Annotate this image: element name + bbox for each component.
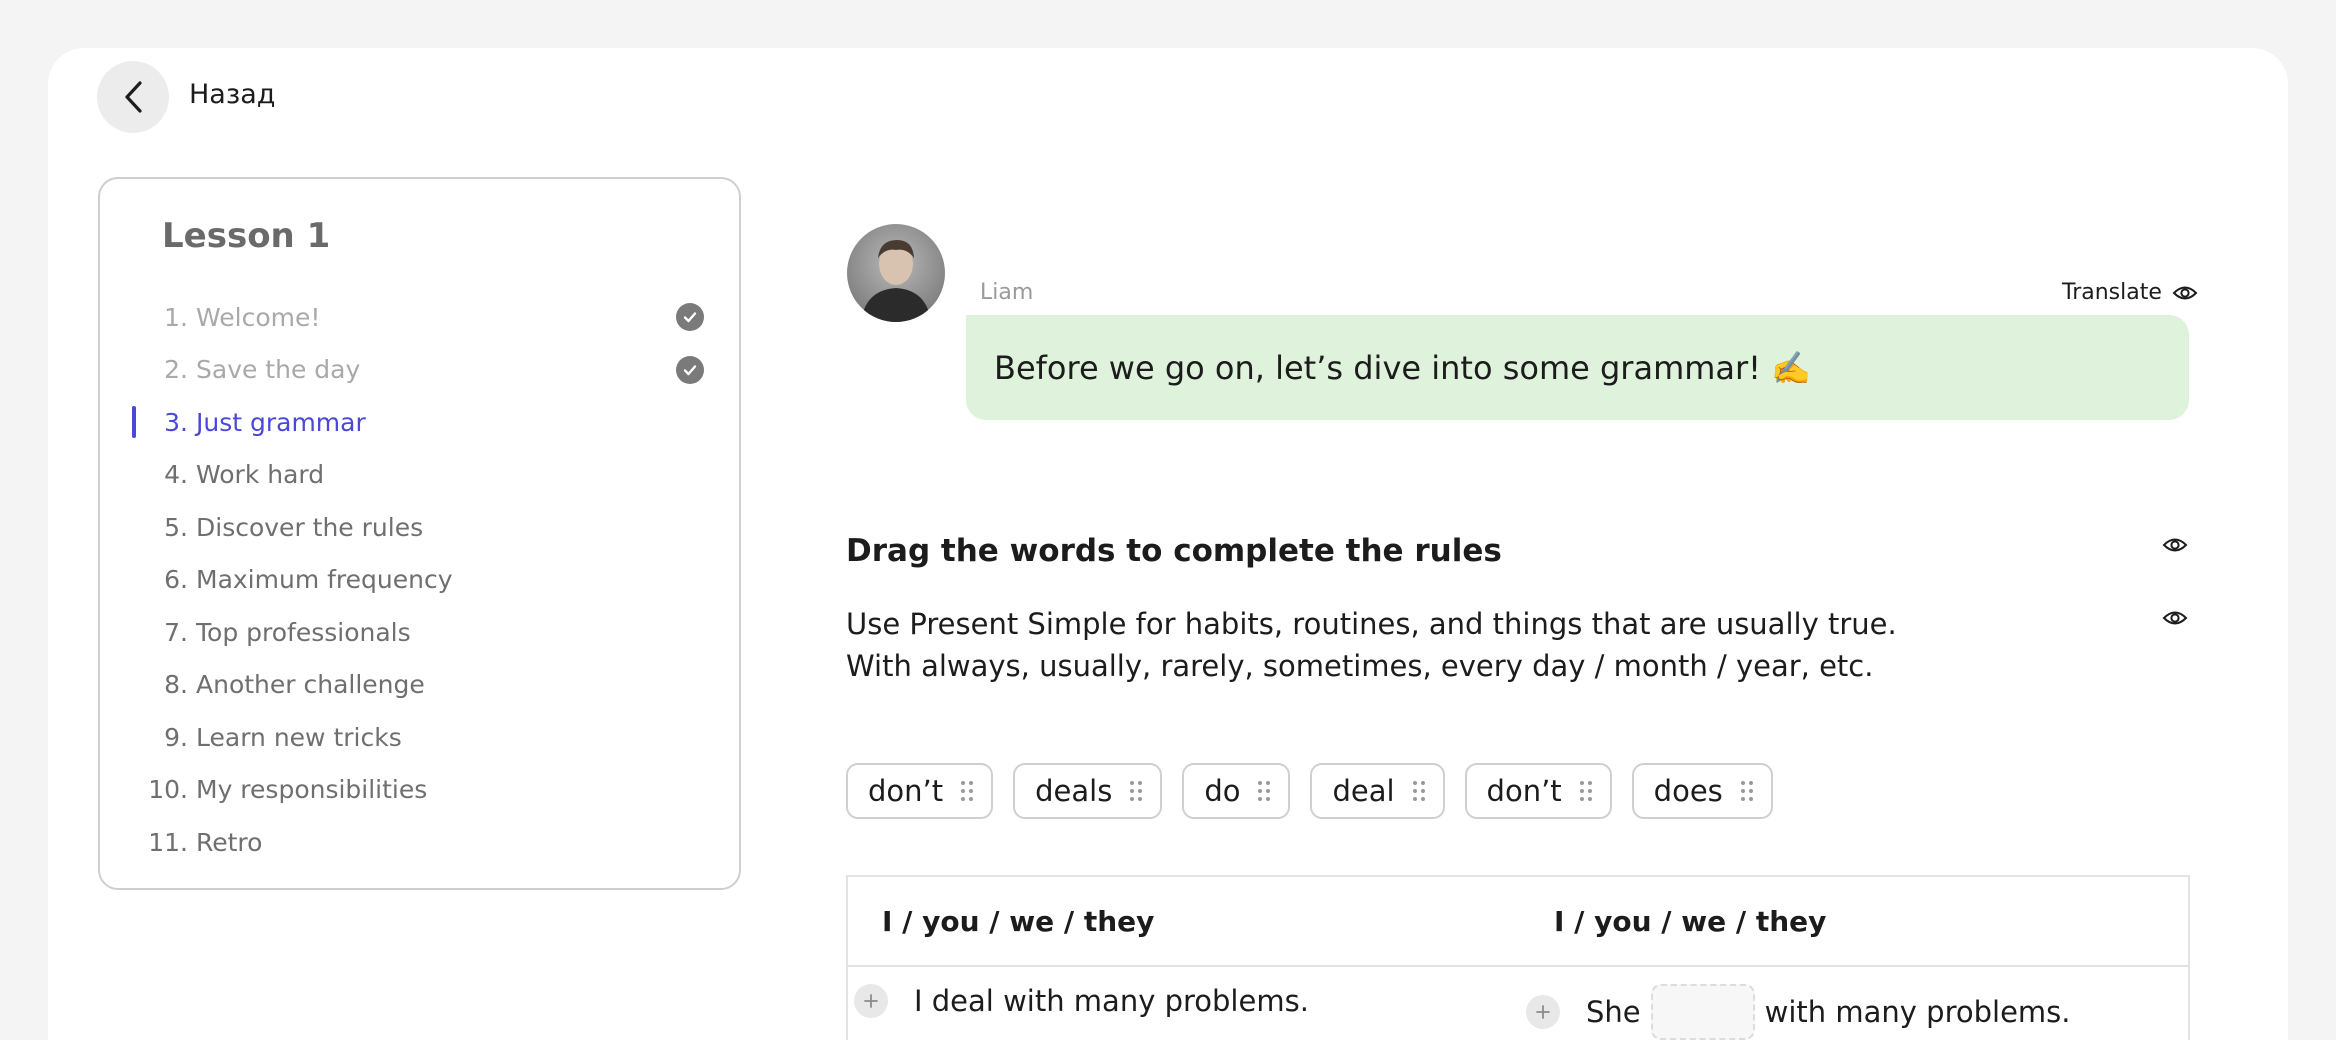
drag-handle-icon[interactable] <box>1258 781 1271 801</box>
person-portrait-icon <box>861 240 931 322</box>
lesson-item-number: 4. <box>164 460 188 490</box>
word-chip-label: deal <box>1332 774 1395 808</box>
lesson-item-number: 8. <box>164 670 188 700</box>
translate-label: Translate <box>2062 280 2162 305</box>
lesson-item-work-hard[interactable]: 4. Work hard <box>100 449 739 502</box>
eye-icon <box>2162 538 2188 552</box>
table-cell: I deal with many problems. <box>854 984 1309 1018</box>
word-chip-label: deals <box>1035 774 1113 808</box>
lesson-item-another-challenge[interactable]: 8. Another challenge <box>100 659 739 712</box>
lesson-item-label: Discover the rules <box>196 512 424 542</box>
lesson-item-number: 2. <box>164 355 188 385</box>
lesson-item-welcome[interactable]: 1. Welcome! <box>100 291 739 344</box>
lesson-item-label: Top professionals <box>196 617 411 647</box>
drag-handle-icon[interactable] <box>1740 781 1753 801</box>
lesson-item-label: Retro <box>196 827 263 857</box>
lesson-item-label: Just grammar <box>196 407 366 437</box>
lesson-item-learn-new-tricks[interactable]: 9. Learn new tricks <box>100 711 739 764</box>
rule-line-1: Use Present Simple for habits, routines,… <box>846 607 1897 641</box>
lesson-item-number: 1. <box>164 302 188 332</box>
add-icon[interactable] <box>1526 995 1560 1029</box>
column-header: I / you / we / they <box>1554 905 1827 938</box>
word-chip-label: don’t <box>1486 774 1562 808</box>
lesson-item-label: Another challenge <box>196 670 425 700</box>
lesson-item-label: Work hard <box>196 460 325 490</box>
lesson-item-number: 11. <box>148 827 188 857</box>
lesson-item-save-the-day[interactable]: 2. Save the day <box>100 344 739 397</box>
lesson-item-my-responsibilities[interactable]: 10. My responsibilities <box>100 764 739 817</box>
add-icon[interactable] <box>854 984 888 1018</box>
word-chip[interactable]: deal <box>1310 763 1445 819</box>
lesson-item-label: Maximum frequency <box>196 565 453 595</box>
back-label[interactable]: Назад <box>189 79 275 110</box>
message-bubble: Before we go on, let’s dive into some gr… <box>966 315 2189 420</box>
lesson-item-label: Learn new tricks <box>196 722 402 752</box>
word-chips: don’t deals do deal don’t does <box>846 763 1793 819</box>
show-rule-translation-button[interactable] <box>2162 608 2190 630</box>
column-header: I / you / we / they <box>882 905 1155 938</box>
word-chip-label: does <box>1653 774 1723 808</box>
lesson-item-number: 9. <box>164 722 188 752</box>
word-chip-label: do <box>1204 774 1241 808</box>
drag-handle-icon[interactable] <box>1579 781 1592 801</box>
lesson-item-maximum-frequency[interactable]: 6. Maximum frequency <box>100 554 739 607</box>
lesson-item-top-professionals[interactable]: 7. Top professionals <box>100 606 739 659</box>
back-button[interactable] <box>97 61 169 133</box>
lesson-item-number: 10. <box>148 775 188 805</box>
word-chip-label: don’t <box>868 774 944 808</box>
sender-name: Liam <box>980 280 1034 305</box>
task-title: Drag the words to complete the rules <box>846 533 1502 569</box>
rule-line-2: With always, usually, rarely, sometimes,… <box>846 649 1874 683</box>
drag-handle-icon[interactable] <box>961 781 974 801</box>
check-circle-icon <box>676 355 704 384</box>
drag-handle-icon[interactable] <box>1130 781 1143 801</box>
show-title-translation-button[interactable] <box>2162 535 2190 557</box>
chevron-left-icon <box>125 81 142 113</box>
eye-icon <box>2162 611 2188 625</box>
lesson-item-label: Save the day <box>196 355 361 385</box>
lesson-item-number: 7. <box>164 617 188 647</box>
word-chip[interactable]: deals <box>1013 763 1163 819</box>
word-chip[interactable]: do <box>1182 763 1291 819</box>
drop-slot[interactable] <box>1650 984 1755 1040</box>
lesson-item-just-grammar[interactable]: 3. Just grammar <box>100 396 739 449</box>
example-sentence: I deal with many problems. <box>914 984 1309 1018</box>
check-circle-icon <box>676 303 704 332</box>
lesson-item-number: 3. <box>164 407 188 437</box>
table-cell: She with many problems. <box>1526 984 2071 1040</box>
eye-icon <box>2172 286 2198 299</box>
lesson-panel: Lesson 1 1. Welcome! 2. Save the day 3. … <box>98 177 741 890</box>
table-header: I / you / we / they I / you / we / they <box>848 877 2188 967</box>
lesson-item-number: 6. <box>164 565 188 595</box>
rules-table: I / you / we / they I / you / we / they … <box>846 875 2190 1040</box>
lesson-item-number: 5. <box>164 512 188 542</box>
lesson-title: Lesson 1 <box>162 216 331 256</box>
translate-toggle[interactable]: Translate <box>2062 280 2198 305</box>
avatar <box>847 224 945 322</box>
lesson-item-label: Welcome! <box>196 302 321 332</box>
rule-text: Use Present Simple for habits, routines,… <box>846 603 1897 687</box>
lesson-item-retro[interactable]: 11. Retro <box>100 816 739 869</box>
word-chip[interactable]: does <box>1631 763 1773 819</box>
drag-handle-icon[interactable] <box>1412 781 1425 801</box>
lesson-item-discover-the-rules[interactable]: 5. Discover the rules <box>100 501 739 554</box>
lesson-item-label: My responsibilities <box>196 775 428 805</box>
lesson-list: 1. Welcome! 2. Save the day 3. Just gram… <box>100 291 739 869</box>
word-chip[interactable]: don’t <box>846 763 994 819</box>
word-chip[interactable]: don’t <box>1464 763 1612 819</box>
sentence-end: with many problems. <box>1764 995 2071 1029</box>
sentence-start: She <box>1586 995 1641 1029</box>
